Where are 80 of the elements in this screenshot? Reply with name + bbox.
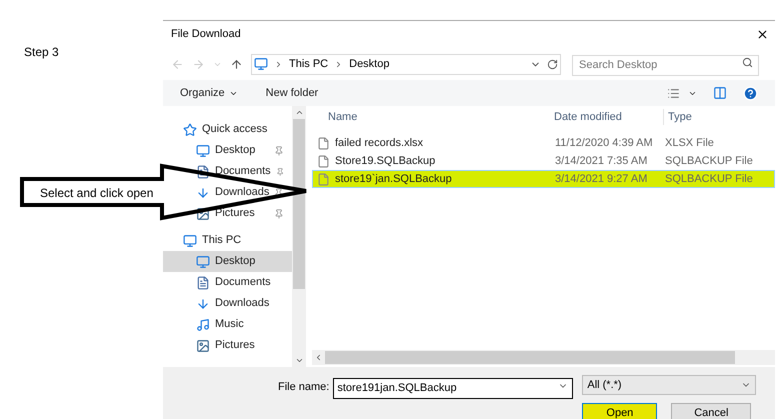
document-icon [196, 276, 210, 290]
open-button[interactable]: Open [582, 403, 658, 419]
monitor-icon [254, 57, 268, 71]
nav-label: Documents [215, 164, 271, 180]
preview-pane-icon[interactable] [713, 86, 727, 100]
search-icon [742, 57, 753, 68]
star-icon [183, 122, 197, 136]
step-label: Step 3 [24, 45, 59, 59]
horizontal-scrollbar[interactable] [312, 350, 775, 365]
nav-item[interactable]: Music [163, 314, 292, 335]
file-icon [317, 136, 330, 150]
type-cell-text: XLSX File [665, 136, 714, 151]
breadcrumb[interactable]: Desktop [349, 56, 390, 72]
file-name: Store19.SQLBackup [335, 154, 436, 169]
nav-item[interactable]: This PC [163, 230, 292, 251]
date-cell-text: 3/14/2021 9:27 AM [555, 172, 648, 187]
column-header[interactable]: Date modified [554, 108, 664, 125]
pin-icon[interactable] [274, 188, 284, 198]
file-name-field[interactable]: store191jan.SQLBackup [333, 378, 574, 398]
nav-item[interactable]: Documents [163, 161, 292, 182]
nav-label: Downloads [215, 185, 270, 200]
close-icon[interactable] [756, 28, 769, 41]
nav-label: Downloads [215, 296, 270, 312]
nav-item[interactable]: Desktop [163, 140, 292, 161]
date-cell-text: 3/14/2021 7:35 AM [555, 154, 648, 169]
nav-label: Desktop [215, 254, 256, 270]
callout-text: Select and click open [40, 185, 154, 202]
file-row[interactable]: store19`jan.SQLBackup 3/14/2021 9:27 AM SQLBACKUP File [312, 170, 775, 188]
refresh-icon[interactable] [547, 58, 558, 70]
file-row[interactable]: Store19.SQLBackup 3/14/2021 7:35 AM SQLBACKUP File [312, 152, 775, 170]
nav-item[interactable]: Pictures [163, 335, 292, 356]
column-header[interactable]: Name [312, 108, 554, 125]
file-name: store19`jan.SQLBackup [335, 172, 453, 187]
monitor-icon [183, 234, 197, 248]
picture-icon [196, 206, 210, 220]
nav-item[interactable]: Quick access [163, 119, 292, 140]
nav-label: Music [215, 317, 245, 332]
nav-item[interactable]: Desktop [163, 251, 292, 272]
new-folder-button[interactable]: New folder [266, 84, 318, 102]
monitor-icon [196, 144, 210, 158]
scroll-up-icon[interactable] [294, 108, 304, 117]
nav-item[interactable]: Downloads [163, 293, 292, 314]
file-name-label: File name: [278, 380, 330, 395]
nav-label: Quick access [202, 122, 268, 138]
type-cell-text: SQLBACKUP File [665, 172, 753, 187]
chevron-icon [274, 60, 283, 68]
column-header[interactable]: Type [664, 108, 692, 125]
nav-label: Pictures [215, 206, 256, 222]
file-row[interactable]: failed records.xlsx 11/12/2020 4:39 AM XLSX File [312, 134, 775, 152]
type-cell-text: SQLBACKUP File [665, 154, 753, 169]
monitor-icon [196, 254, 210, 268]
scroll-down-icon[interactable] [294, 356, 304, 365]
up-icon[interactable] [230, 58, 243, 70]
view-icon[interactable] [667, 86, 680, 100]
nav-item[interactable]: Downloads [163, 182, 292, 203]
window-title: File Download [171, 27, 241, 42]
nav-label: Pictures [215, 338, 256, 354]
music-icon [196, 318, 210, 332]
nav-label: Documents [215, 275, 272, 290]
help-icon[interactable] [743, 86, 758, 100]
scroll-left-icon[interactable] [314, 353, 323, 362]
address-bar[interactable]: This PC Desktop [251, 54, 561, 74]
nav-label: Desktop [215, 143, 256, 158]
document-icon [196, 164, 210, 178]
file-name: failed records.xlsx [335, 136, 424, 151]
file-icon [317, 172, 330, 186]
scrollbar[interactable] [292, 106, 306, 367]
nav-label: This PC [202, 233, 242, 248]
nav-item[interactable]: Pictures [163, 203, 292, 224]
download-icon [196, 296, 210, 310]
cancel-button[interactable]: Cancel [671, 403, 752, 419]
organize-button[interactable]: Organize [180, 84, 238, 102]
picture-icon [196, 338, 210, 352]
download-icon [196, 186, 210, 200]
date-cell-text: 11/12/2020 4:39 AM [555, 136, 654, 151]
nav-item[interactable]: Documents [163, 272, 292, 293]
breadcrumb[interactable]: This PC [289, 56, 328, 72]
search-field[interactable]: Search Desktop [572, 54, 759, 76]
file-icon [317, 154, 330, 168]
file-type-dropdown[interactable]: All (*.*) [582, 375, 756, 395]
